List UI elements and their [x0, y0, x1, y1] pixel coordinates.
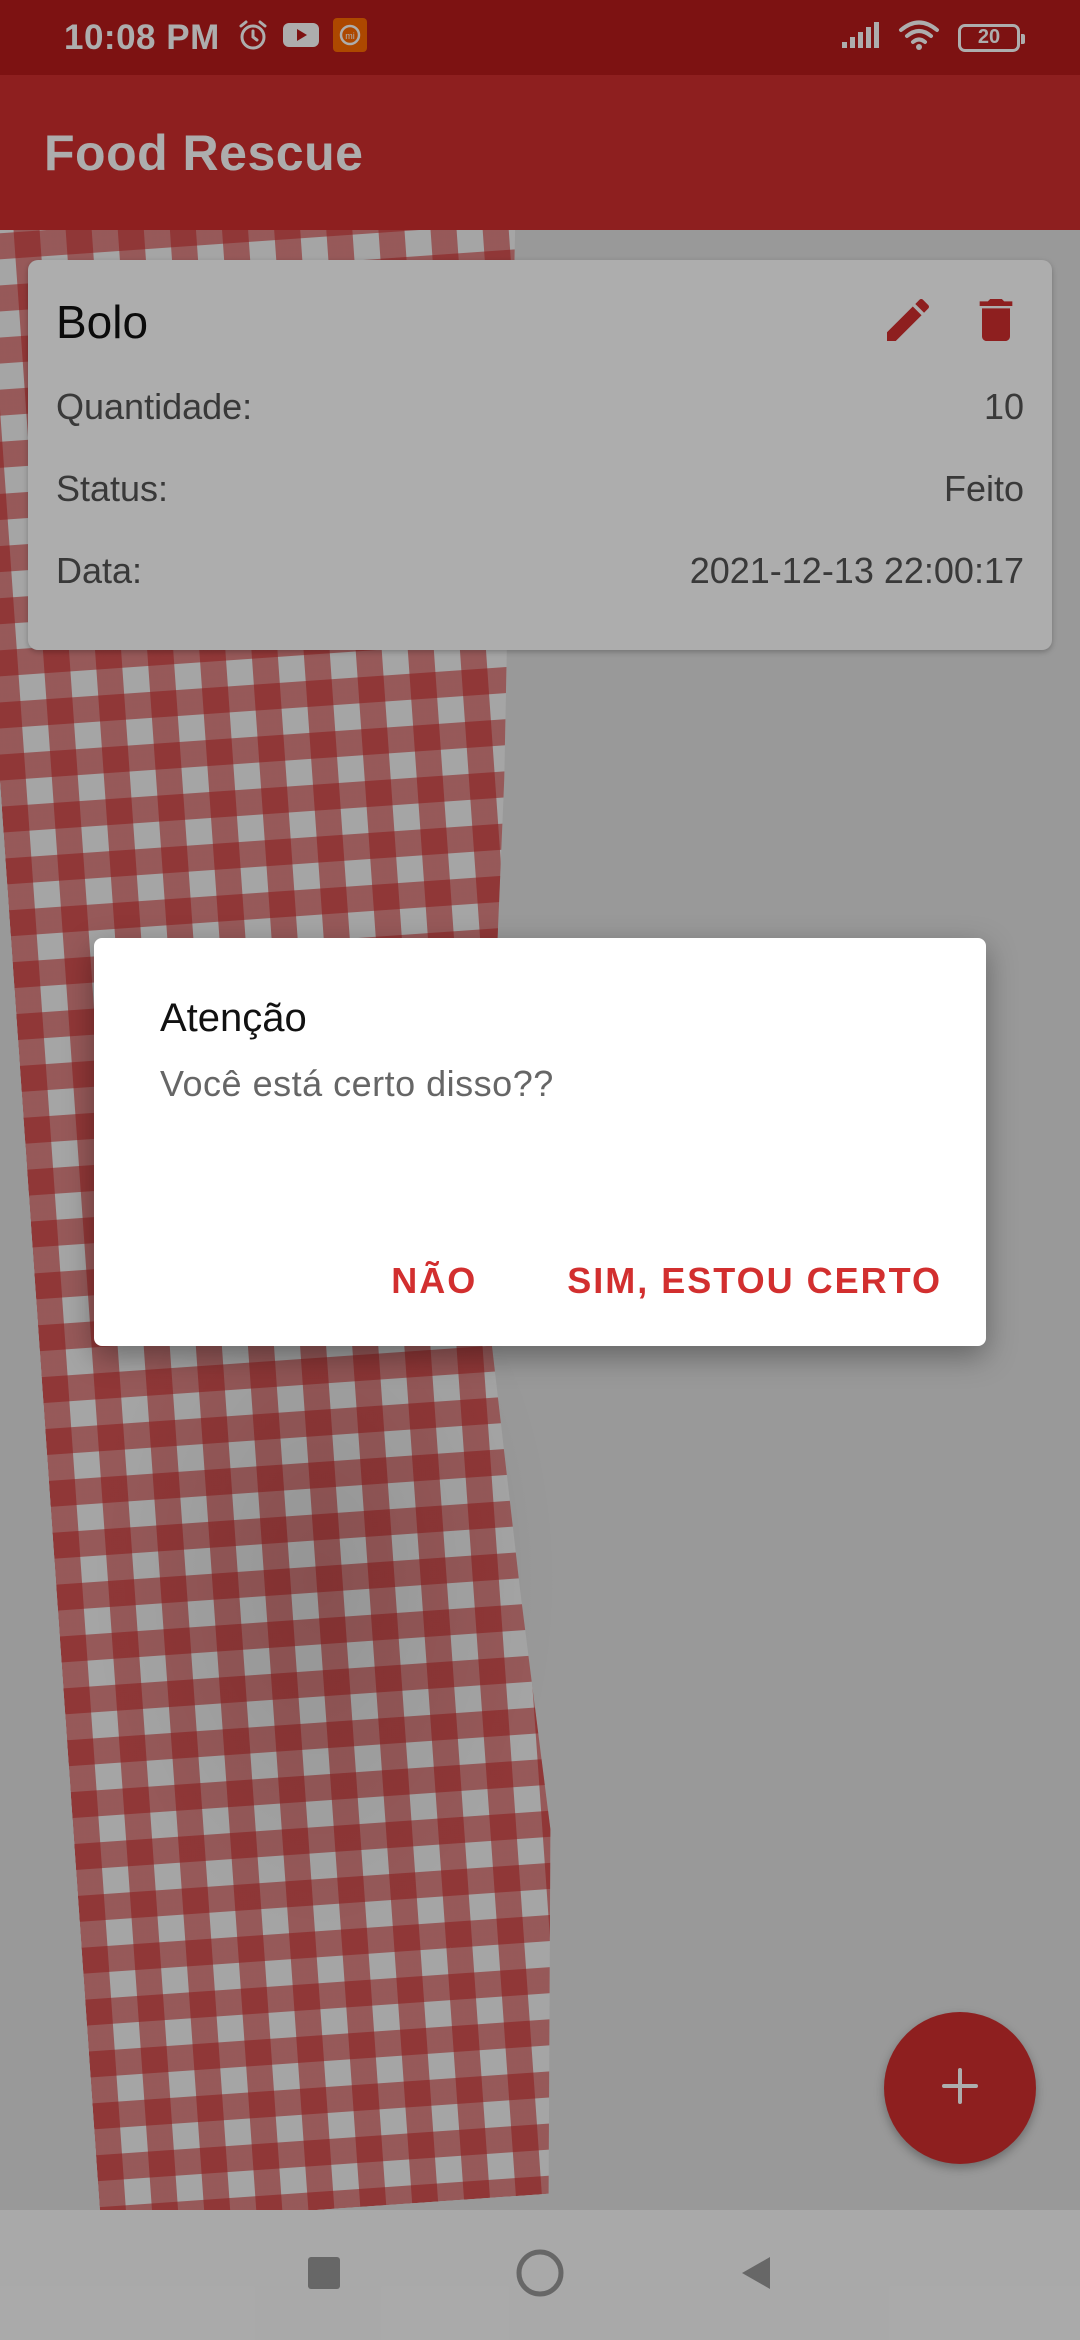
dialog-actions: NÃO SIM, ESTOU CERTO: [391, 1260, 942, 1302]
confirm-dialog: Atenção Você está certo disso?? NÃO SIM,…: [94, 938, 986, 1346]
dialog-message: Você está certo disso??: [160, 1063, 554, 1104]
screen: 10:08 PM mi 20 Food Rescue Bolo Quantida…: [0, 0, 1080, 2340]
no-button[interactable]: NÃO: [391, 1260, 477, 1302]
dialog-title: Atenção: [160, 996, 307, 1040]
yes-button[interactable]: SIM, ESTOU CERTO: [567, 1260, 942, 1302]
